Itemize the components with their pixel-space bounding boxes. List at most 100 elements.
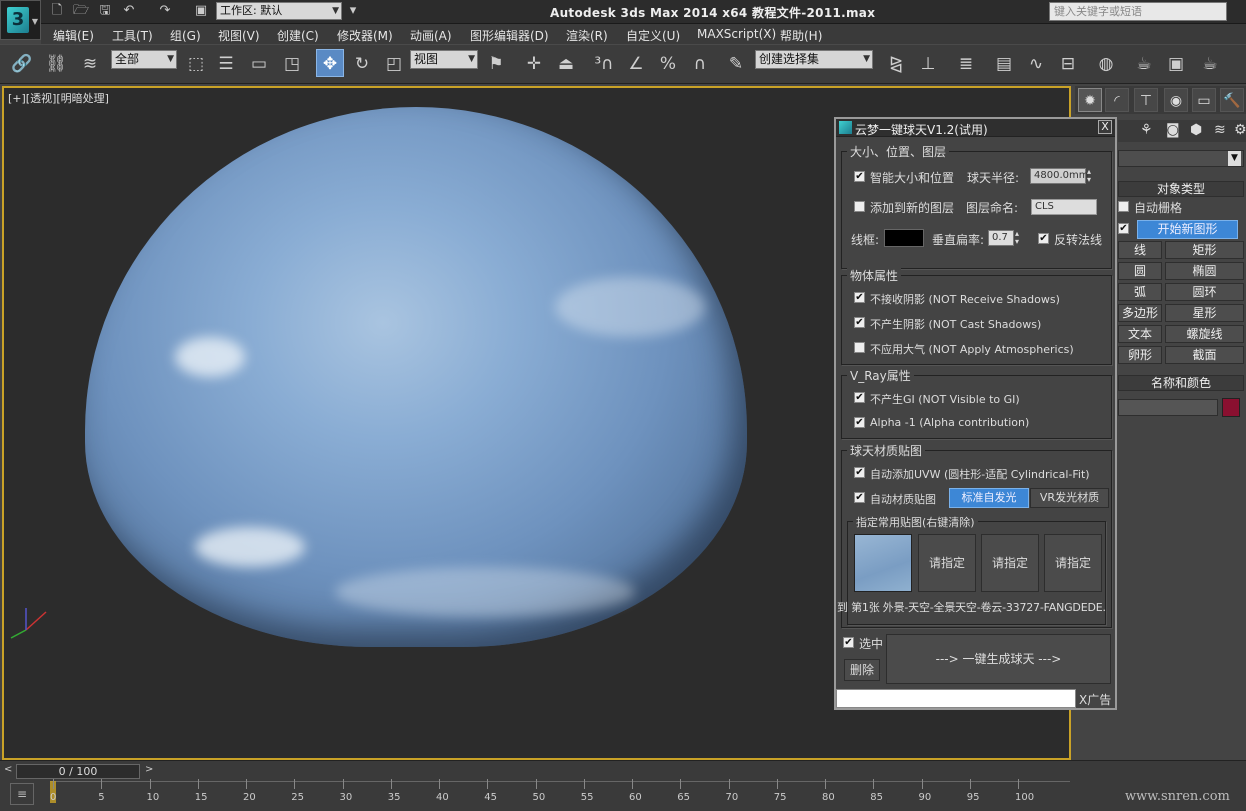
- shape-button-circle[interactable]: 圆: [1118, 262, 1162, 280]
- shape-button-star[interactable]: 星形: [1165, 304, 1244, 322]
- object-color-swatch[interactable]: [1222, 398, 1240, 417]
- space-warps-icon[interactable]: ≋: [1214, 122, 1226, 138]
- selected-checkbox[interactable]: ✔: [843, 637, 854, 648]
- layer-name-input[interactable]: CLS: [1031, 199, 1097, 215]
- schematic-view-icon[interactable]: ⊟: [1054, 50, 1082, 78]
- close-ad-label[interactable]: X广告: [1079, 691, 1111, 708]
- curve-editor-icon[interactable]: ∿: [1022, 50, 1050, 78]
- modify-tab-icon[interactable]: ◜: [1105, 88, 1129, 112]
- sky-map-thumbnail[interactable]: [854, 534, 912, 592]
- rectangular-selection-icon[interactable]: ▭: [245, 50, 273, 78]
- not-visible-gi-checkbox[interactable]: ✔: [854, 392, 865, 403]
- undo-icon[interactable]: ↶: [120, 3, 138, 19]
- shape-button-rectangle[interactable]: 矩形: [1165, 241, 1244, 259]
- render-setup-icon[interactable]: ☕: [1130, 50, 1158, 78]
- material-editor-icon[interactable]: ◍: [1092, 50, 1120, 78]
- flatten-spinner-icon[interactable]: ▴ ▾: [1015, 230, 1024, 246]
- quick-access-dropdown-icon[interactable]: ▾: [344, 3, 362, 19]
- cameras-icon[interactable]: ◙: [1166, 122, 1180, 138]
- angle-snap-icon[interactable]: ∠: [622, 50, 650, 78]
- app-menu-button[interactable]: 3 ▼: [0, 0, 41, 40]
- menu-graph-editors[interactable]: 图形编辑器(D): [470, 27, 549, 44]
- graphite-modeling-icon[interactable]: ▤: [990, 50, 1018, 78]
- select-object-icon[interactable]: ⬚: [182, 50, 210, 78]
- menu-animation[interactable]: 动画(A): [410, 27, 452, 44]
- shape-button-ellipse[interactable]: 椭圆: [1165, 262, 1244, 280]
- layer-manager-icon[interactable]: ≣: [952, 50, 980, 78]
- select-and-rotate-icon[interactable]: ↻: [348, 50, 376, 78]
- project-folder-icon[interactable]: ▣: [192, 3, 210, 19]
- object-name-input[interactable]: [1118, 399, 1218, 416]
- radius-spinner-icon[interactable]: ▴ ▾: [1087, 168, 1096, 184]
- redo-icon[interactable]: ↷: [156, 3, 174, 19]
- search-input[interactable]: 键入关键字或短语: [1049, 2, 1227, 21]
- display-tab-icon[interactable]: ▭: [1192, 88, 1216, 112]
- close-icon[interactable]: X: [1098, 120, 1112, 134]
- bind-space-warp-icon[interactable]: ≋: [76, 50, 104, 78]
- alpha-contribution-checkbox[interactable]: ✔: [854, 417, 865, 428]
- shape-button-section[interactable]: 截面: [1165, 346, 1244, 364]
- start-new-shape-button[interactable]: 开始新图形: [1137, 220, 1238, 239]
- unlink-icon[interactable]: ⛓: [42, 50, 70, 78]
- object-type-rollout[interactable]: 对象类型: [1118, 181, 1244, 197]
- map-slot-4-button[interactable]: 请指定: [1044, 534, 1102, 592]
- menu-views[interactable]: 视图(V): [218, 27, 260, 44]
- map-slot-2-button[interactable]: 请指定: [918, 534, 976, 592]
- motion-tab-icon[interactable]: ◉: [1164, 88, 1188, 112]
- standard-self-illum-button[interactable]: 标准自发光: [949, 488, 1029, 508]
- workspace-dropdown[interactable]: 工作区: 默认 ▼: [216, 2, 342, 20]
- flatten-input[interactable]: 0.7: [988, 230, 1014, 246]
- render-production-icon[interactable]: ☕: [1196, 50, 1224, 78]
- spinner-snap-icon[interactable]: ∩: [686, 50, 714, 78]
- shape-button-egg[interactable]: 卵形: [1118, 346, 1162, 364]
- flip-normals-checkbox[interactable]: ✔: [1038, 233, 1049, 244]
- name-and-color-rollout[interactable]: 名称和颜色: [1118, 375, 1244, 391]
- menu-tools[interactable]: 工具(T): [112, 27, 153, 44]
- shape-button-arc[interactable]: 弧: [1118, 283, 1162, 301]
- edit-named-selection-icon[interactable]: ✎: [722, 50, 750, 78]
- new-file-icon[interactable]: 🗋: [48, 3, 66, 19]
- not-apply-atmospherics-checkbox[interactable]: [854, 342, 865, 353]
- helpers-icon[interactable]: ⬢: [1190, 122, 1202, 138]
- menu-group[interactable]: 组(G): [170, 27, 201, 44]
- menu-help[interactable]: 帮助(H): [780, 27, 822, 44]
- generate-sky-dome-button[interactable]: ---> 一键生成球天 --->: [886, 634, 1111, 684]
- align-icon[interactable]: ⊥: [914, 50, 942, 78]
- time-slider[interactable]: 0 / 100: [16, 764, 140, 779]
- shape-button-helix[interactable]: 螺旋线: [1165, 325, 1244, 343]
- autogrid-checkbox[interactable]: [1118, 201, 1129, 212]
- mini-curve-editor-icon[interactable]: ≡: [10, 783, 34, 805]
- rendered-frame-window-icon[interactable]: ▣: [1162, 50, 1190, 78]
- keyboard-shortcut-override-icon[interactable]: ⏏: [552, 50, 580, 78]
- smart-size-checkbox[interactable]: ✔: [854, 171, 865, 182]
- shape-button-line[interactable]: 线: [1118, 241, 1162, 259]
- shape-button-text[interactable]: 文本: [1118, 325, 1162, 343]
- menu-modifiers[interactable]: 修改器(M): [337, 27, 393, 44]
- not-cast-shadows-checkbox[interactable]: ✔: [854, 317, 865, 328]
- menu-edit[interactable]: 编辑(E): [53, 27, 94, 44]
- scroll-right-icon[interactable]: >: [145, 764, 153, 775]
- menu-rendering[interactable]: 渲染(R): [566, 27, 608, 44]
- utilities-tab-icon[interactable]: 🔨: [1220, 88, 1244, 112]
- menu-customize[interactable]: 自定义(U): [626, 27, 680, 44]
- shape-button-donut[interactable]: 圆环: [1165, 283, 1244, 301]
- map-slot-3-button[interactable]: 请指定: [981, 534, 1039, 592]
- not-receive-shadows-checkbox[interactable]: ✔: [854, 292, 865, 303]
- create-tab-icon[interactable]: ✹: [1078, 88, 1102, 112]
- wireframe-color-swatch[interactable]: [884, 229, 924, 247]
- menu-create[interactable]: 创建(C): [277, 27, 319, 44]
- window-crossing-icon[interactable]: ◳: [278, 50, 306, 78]
- save-icon[interactable]: 🖫: [96, 3, 114, 19]
- menu-maxscript[interactable]: MAXScript(X): [697, 27, 776, 41]
- viewport-label[interactable]: [+][透视][明暗处理]: [8, 90, 109, 106]
- selection-filter-dropdown[interactable]: 全部 ▼: [111, 50, 177, 69]
- radius-input[interactable]: 4800.0mm: [1030, 168, 1088, 184]
- percent-snap-icon[interactable]: %: [654, 50, 682, 78]
- reference-coordinate-dropdown[interactable]: 视图 ▼: [410, 50, 478, 69]
- mirror-icon[interactable]: ⧎: [882, 50, 910, 78]
- named-selection-set-dropdown[interactable]: 创建选择集 ▼: [755, 50, 873, 69]
- open-file-icon[interactable]: 🗁: [72, 3, 90, 19]
- frame-ruler[interactable]: 0 5 10 15 20 25 30 35 40 45 50 55 60 65 70 75 80 85 90 95 10…: [50, 779, 1070, 809]
- link-icon[interactable]: 🔗: [8, 50, 36, 78]
- lights-icon[interactable]: ⚘: [1140, 122, 1153, 138]
